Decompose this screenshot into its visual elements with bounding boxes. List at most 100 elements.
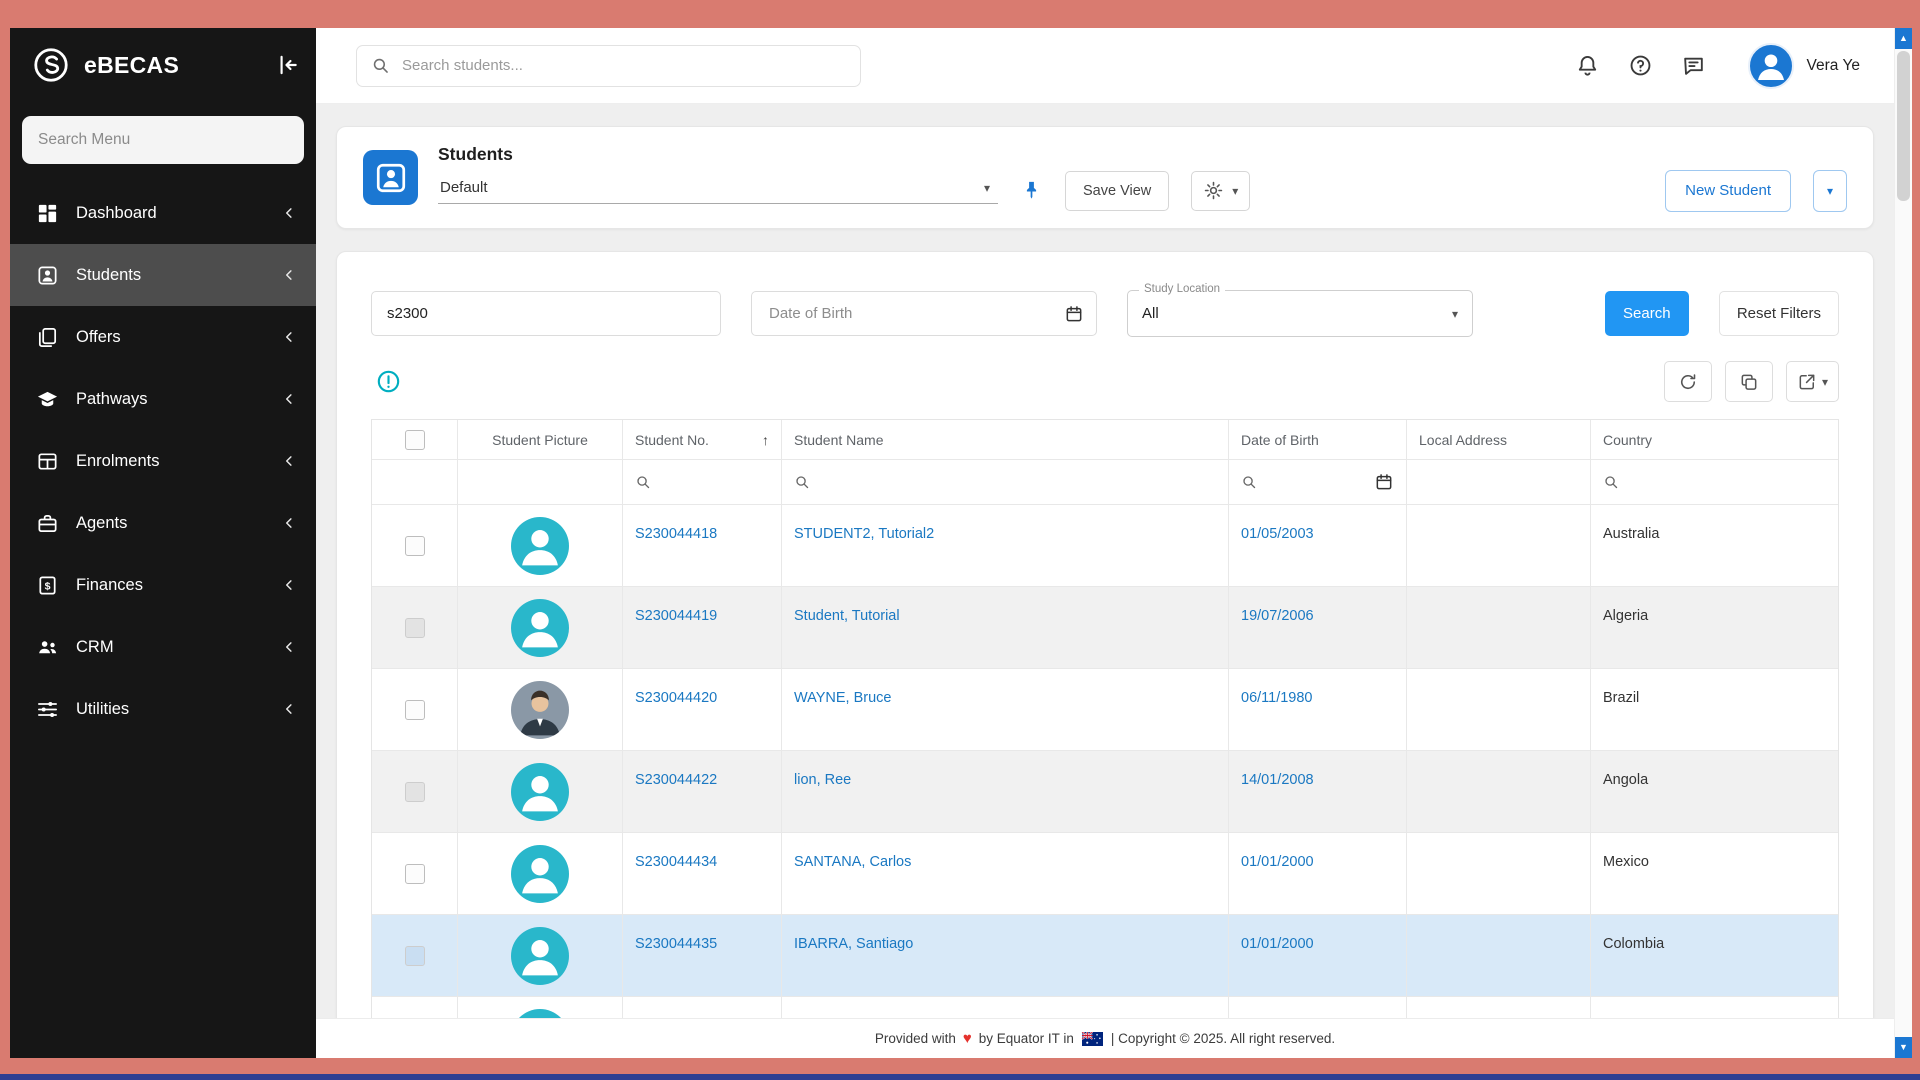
refresh-button[interactable] xyxy=(1664,361,1712,402)
sidebar-item-agents[interactable]: Agents xyxy=(10,492,316,554)
scroll-up-button[interactable]: ▲ xyxy=(1895,28,1912,49)
dob-link[interactable]: 01/05/2003 xyxy=(1241,526,1314,542)
footer-text-prefix: Provided with xyxy=(875,1031,956,1046)
sidebar-item-enrolments[interactable]: Enrolments xyxy=(10,430,316,492)
student-no-link[interactable]: S230044435 xyxy=(635,936,717,952)
sort-asc-icon[interactable]: ↑ xyxy=(762,433,769,447)
offers-icon xyxy=(36,326,59,349)
export-button[interactable]: ▾ xyxy=(1786,361,1839,402)
student-name-link[interactable]: STUDENT2, Tutorial2 xyxy=(794,526,934,542)
global-search-input[interactable] xyxy=(400,56,846,75)
global-search[interactable] xyxy=(356,45,861,87)
student-avatar[interactable] xyxy=(511,1009,569,1018)
student-avatar[interactable] xyxy=(511,681,569,739)
select-all-checkbox[interactable] xyxy=(405,430,425,450)
page-scrollbar[interactable]: ▲ ▼ xyxy=(1894,28,1912,1058)
row-checkbox[interactable] xyxy=(405,782,425,802)
filter-student-name[interactable] xyxy=(782,460,1229,504)
student-avatar[interactable] xyxy=(511,927,569,985)
sidebar-search-input[interactable] xyxy=(22,116,304,164)
search-button[interactable]: Search xyxy=(1605,291,1689,336)
table-row[interactable] xyxy=(372,997,1838,1018)
study-location-select[interactable]: Study Location All ▾ xyxy=(1127,290,1473,337)
student-no-link[interactable]: S230044419 xyxy=(635,608,717,624)
student-avatar[interactable] xyxy=(511,517,569,575)
table-row[interactable]: S230044434 SANTANA, Carlos 01/01/2000 Me… xyxy=(372,833,1838,915)
content: Students Default ▾ Save View ▾ xyxy=(316,104,1894,1018)
sidebar-header: eBECAS xyxy=(10,28,316,102)
sidebar-item-utilities[interactable]: Utilities xyxy=(10,678,316,740)
students-table-card: Study Location All ▾ Search Reset Filter… xyxy=(336,251,1874,1018)
row-checkbox[interactable] xyxy=(405,618,425,638)
sidebar-item-finances[interactable]: $ Finances xyxy=(10,554,316,616)
dob-link[interactable]: 14/01/2008 xyxy=(1241,772,1314,788)
new-student-dropdown-button[interactable]: ▾ xyxy=(1813,170,1847,212)
pin-view-icon[interactable] xyxy=(1020,179,1043,202)
student-name-link[interactable]: SANTANA, Carlos xyxy=(794,854,911,870)
student-name-link[interactable]: IBARRA, Santiago xyxy=(794,936,913,952)
scrollbar-track[interactable] xyxy=(1895,49,1912,1037)
calendar-icon[interactable] xyxy=(1374,472,1394,492)
table-row[interactable]: S230044435 IBARRA, Santiago 01/01/2000 C… xyxy=(372,915,1838,997)
col-student-name[interactable]: Student Name xyxy=(782,420,1229,459)
collapse-sidebar-icon[interactable] xyxy=(274,52,300,78)
scrollbar-thumb[interactable] xyxy=(1897,51,1910,201)
sidebar-item-offers[interactable]: Offers xyxy=(10,306,316,368)
page-title: Students xyxy=(438,144,1847,165)
filter-date-of-birth[interactable] xyxy=(1229,460,1407,504)
student-avatar[interactable] xyxy=(511,763,569,821)
scroll-down-button[interactable]: ▼ xyxy=(1895,1037,1912,1058)
calendar-icon[interactable] xyxy=(1064,304,1084,324)
dob-link[interactable]: 19/07/2006 xyxy=(1241,608,1314,624)
student-name-link[interactable]: WAYNE, Bruce xyxy=(794,690,892,706)
dob-link[interactable]: 06/11/1980 xyxy=(1241,690,1313,706)
help-icon[interactable] xyxy=(1628,53,1653,78)
notifications-icon[interactable] xyxy=(1575,53,1600,78)
view-settings-button[interactable]: ▾ xyxy=(1191,171,1250,211)
sidebar-item-students[interactable]: Students xyxy=(10,244,316,306)
table-row[interactable]: S230044418 STUDENT2, Tutorial2 01/05/200… xyxy=(372,505,1838,587)
col-country[interactable]: Country xyxy=(1591,420,1838,459)
col-student-picture[interactable]: Student Picture xyxy=(458,420,623,459)
chat-icon[interactable] xyxy=(1681,53,1706,78)
col-student-no[interactable]: Student No. ↑ xyxy=(623,420,782,459)
sidebar-item-dashboard[interactable]: Dashboard xyxy=(10,182,316,244)
student-search-input[interactable] xyxy=(371,291,721,336)
user-menu[interactable]: Vera Ye xyxy=(1748,43,1860,89)
view-header-body: Students Default ▾ Save View ▾ xyxy=(438,144,1847,212)
table-row[interactable]: S230044419 Student, Tutorial 19/07/2006 … xyxy=(372,587,1838,669)
dob-link[interactable]: 01/01/2000 xyxy=(1241,854,1314,870)
reset-filters-button[interactable]: Reset Filters xyxy=(1719,291,1839,336)
student-name-link[interactable]: lion, Ree xyxy=(794,772,851,788)
table-row[interactable]: S230044422 lion, Ree 14/01/2008 Angola xyxy=(372,751,1838,833)
filter-country[interactable] xyxy=(1591,460,1838,504)
table-row[interactable]: S230044420 WAYNE, Bruce 06/11/1980 Brazi… xyxy=(372,669,1838,751)
col-date-of-birth[interactable]: Date of Birth xyxy=(1229,420,1407,459)
copy-button[interactable] xyxy=(1725,361,1773,402)
student-no-link[interactable]: S230044418 xyxy=(635,526,717,542)
row-checkbox[interactable] xyxy=(405,864,425,884)
col-local-address[interactable]: Local Address xyxy=(1407,420,1591,459)
sidebar-item-crm[interactable]: CRM xyxy=(10,616,316,678)
row-checkbox[interactable] xyxy=(405,946,425,966)
student-no-link[interactable]: S230044420 xyxy=(635,690,717,706)
bottom-edge-strip xyxy=(0,1074,1920,1080)
student-avatar[interactable] xyxy=(511,845,569,903)
dob-filter[interactable] xyxy=(751,291,1097,336)
row-checkbox[interactable] xyxy=(405,700,425,720)
sidebar-item-pathways[interactable]: Pathways xyxy=(10,368,316,430)
user-avatar[interactable] xyxy=(1748,43,1794,89)
view-selector[interactable]: Default ▾ xyxy=(438,177,998,204)
student-no-link[interactable]: S230044434 xyxy=(635,854,717,870)
filter-student-no[interactable] xyxy=(623,460,782,504)
filter-local-address[interactable] xyxy=(1407,460,1591,504)
new-student-button[interactable]: New Student xyxy=(1665,170,1791,212)
student-no-link[interactable]: S230044422 xyxy=(635,772,717,788)
student-name-link[interactable]: Student, Tutorial xyxy=(794,608,900,624)
dob-input[interactable] xyxy=(767,304,1056,323)
info-icon[interactable] xyxy=(375,368,402,395)
dob-link[interactable]: 01/01/2000 xyxy=(1241,936,1314,952)
save-view-button[interactable]: Save View xyxy=(1065,171,1169,211)
student-avatar[interactable] xyxy=(511,599,569,657)
row-checkbox[interactable] xyxy=(405,536,425,556)
